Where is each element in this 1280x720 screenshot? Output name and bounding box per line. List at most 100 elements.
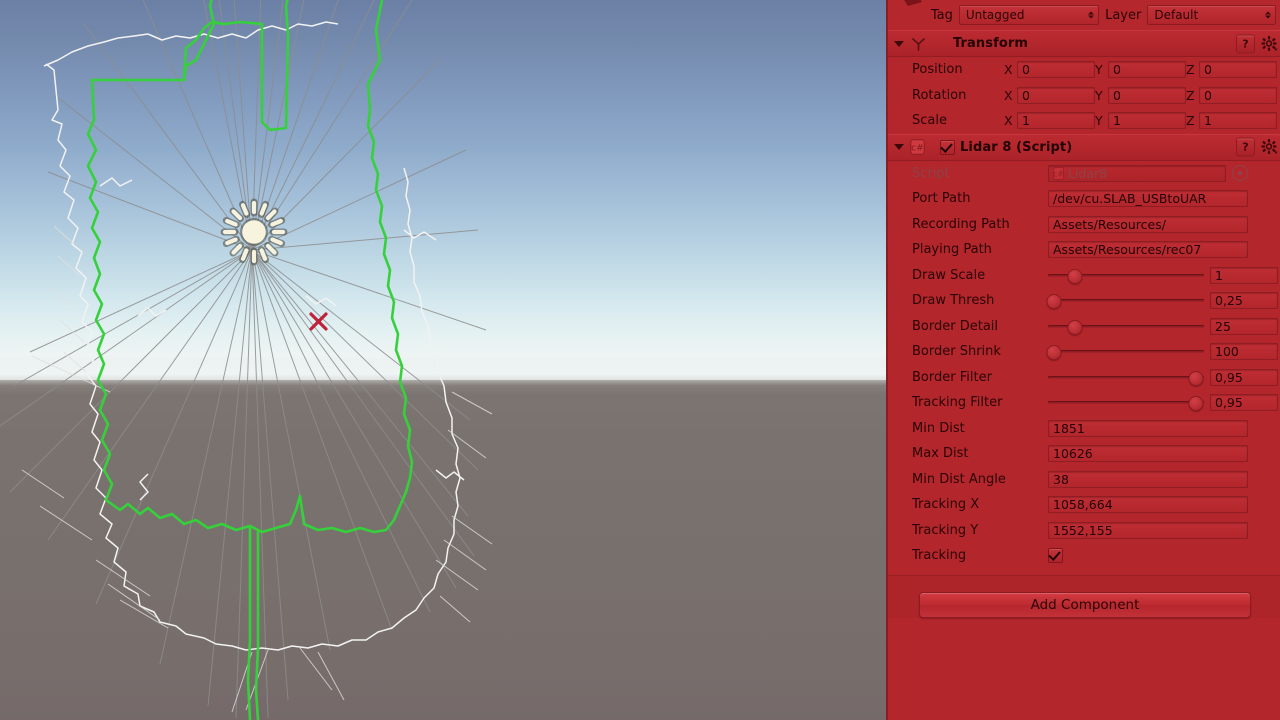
slider-thumb[interactable] <box>1188 370 1204 386</box>
inspector-panel[interactable]: Tag Untagged Layer Default Transform ? P… <box>886 0 1280 720</box>
transform-z-field[interactable]: 0 <box>1199 86 1277 104</box>
script-slider-label: Border Detail <box>912 318 999 334</box>
axis-label: Y <box>1095 62 1103 78</box>
script-text-input[interactable]: /dev/cu.SLAB_USBtoUAR <box>1048 190 1248 208</box>
inspector-footer: Add Component <box>888 575 1280 618</box>
directional-light-gizmo[interactable] <box>219 197 289 267</box>
script-text-row: Port Path/dev/cu.SLAB_USBtoUAR <box>888 186 1280 212</box>
add-component-button[interactable]: Add Component <box>919 591 1251 618</box>
slider-track <box>1048 350 1204 354</box>
slider-control[interactable] <box>1048 267 1204 284</box>
transform-z-field[interactable]: 1 <box>1199 112 1277 130</box>
script-object-value: Lidar8 <box>1068 165 1108 181</box>
script-field-label: Recording Path <box>912 216 1010 232</box>
slider-thumb[interactable] <box>1067 268 1083 284</box>
tracking-toggle-row: Tracking <box>888 543 1280 569</box>
slider-value-field[interactable]: 100 <box>1210 343 1278 361</box>
slider-value-field[interactable]: 0,95 <box>1210 368 1278 386</box>
tag-dropdown[interactable]: Untagged <box>958 5 1100 25</box>
slider-value-field[interactable]: 1 <box>1210 266 1278 284</box>
slider-value-field[interactable]: 0,25 <box>1210 292 1278 310</box>
transform-icon <box>912 38 925 51</box>
transform-row: Rotation X 0 Y 0 Z 0 <box>888 83 1280 109</box>
lidar-script-component-header[interactable]: c# Lidar 8 (Script) ? <box>888 133 1280 161</box>
chevron-updown-icon <box>1264 11 1271 19</box>
axis-label: Z <box>1186 87 1195 103</box>
script-text-input[interactable]: Assets/Resources/rec07 <box>1048 241 1248 259</box>
help-icon[interactable]: ? <box>1236 137 1255 157</box>
script-text-input[interactable]: Assets/Resources/ <box>1048 215 1248 233</box>
slider-control[interactable] <box>1048 394 1204 412</box>
script-number-input[interactable]: 1058,664 <box>1048 496 1248 514</box>
script-enabled-checkbox[interactable] <box>940 139 955 155</box>
slider-thumb[interactable] <box>1046 294 1062 310</box>
script-object-field[interactable]: c# Lidar8 <box>1048 164 1226 182</box>
gear-icon[interactable] <box>1261 139 1278 156</box>
transform-foldout-icon[interactable] <box>894 40 904 47</box>
transform-x-field[interactable]: 1 <box>1017 112 1095 130</box>
slider-control[interactable] <box>1046 292 1204 310</box>
script-slider-row: Border Filter 0,95 <box>888 365 1280 391</box>
transform-x-field[interactable]: 0 <box>1017 61 1095 79</box>
slider-value-field[interactable]: 25 <box>1210 317 1278 335</box>
axis-label: X <box>1004 62 1013 78</box>
script-number-label: Tracking Y <box>912 522 979 538</box>
lidar-visualization <box>0 0 493 720</box>
script-number-row: Min Dist Angle 38 <box>888 467 1280 493</box>
script-number-input[interactable]: 1552,155 <box>1048 521 1248 539</box>
object-picker-icon[interactable] <box>1232 165 1248 182</box>
transform-x-field[interactable]: 0 <box>1017 86 1095 104</box>
slider-track <box>1048 375 1204 379</box>
layer-dropdown[interactable]: Default <box>1147 5 1276 25</box>
axis-label: X <box>1004 87 1013 103</box>
transform-component-header[interactable]: Transform ? <box>888 30 1280 57</box>
script-foldout-icon[interactable] <box>894 144 904 150</box>
script-number-row: Max Dist 10626 <box>888 441 1280 467</box>
script-slider-rows: Draw Scale 1 Draw Thresh 0,25 Border Detail 2… <box>888 263 1280 416</box>
axis-label: Z <box>1186 62 1195 78</box>
script-number-label: Max Dist <box>912 446 969 462</box>
script-title: Lidar 8 (Script) <box>960 139 1073 155</box>
svg-text:c#: c# <box>911 144 924 154</box>
axis-label: Z <box>1186 113 1195 129</box>
slider-control[interactable] <box>1048 318 1204 335</box>
transform-row: Position X 0 Y 0 Z 0 <box>888 57 1280 83</box>
layer-value: Default <box>1154 8 1199 22</box>
axis-label: Y <box>1095 87 1103 103</box>
gameobject-icon <box>904 0 922 6</box>
tag-value: Untagged <box>965 8 1025 22</box>
slider-thumb[interactable] <box>1067 319 1083 335</box>
script-slider-row: Border Shrink 100 <box>888 339 1280 365</box>
script-header-buttons: ? <box>1236 137 1278 157</box>
transform-z-field[interactable]: 0 <box>1199 61 1277 79</box>
slider-thumb[interactable] <box>1188 396 1204 412</box>
slider-thumb[interactable] <box>1046 345 1062 361</box>
script-slider-row: Draw Thresh 0,25 <box>888 288 1280 314</box>
lidar-rays <box>0 0 487 719</box>
slider-value-field[interactable]: 0,95 <box>1210 394 1278 412</box>
layer-label: Layer <box>1105 7 1142 23</box>
scene-view[interactable] <box>0 0 886 720</box>
transform-y-field[interactable]: 0 <box>1108 61 1186 79</box>
script-number-label: Min Dist Angle <box>912 471 1006 487</box>
tag-label: Tag <box>930 7 953 23</box>
script-number-input[interactable]: 38 <box>1048 470 1248 488</box>
transform-y-field[interactable]: 1 <box>1108 112 1186 130</box>
script-number-input[interactable]: 1851 <box>1048 419 1248 437</box>
axis-label: X <box>1004 113 1013 129</box>
slider-control[interactable] <box>1046 343 1204 361</box>
transform-row-label: Scale <box>912 113 947 129</box>
tracking-checkbox[interactable] <box>1048 548 1063 564</box>
script-slider-label: Tracking Filter <box>912 395 1003 411</box>
transform-y-field[interactable]: 0 <box>1108 86 1186 104</box>
script-field-label: Playing Path <box>912 242 992 258</box>
slider-control[interactable] <box>1048 369 1204 386</box>
unity-editor-window: Tag Untagged Layer Default Transform ? P… <box>0 0 1280 720</box>
transform-title: Transform <box>953 36 1029 51</box>
help-icon[interactable]: ? <box>1236 34 1255 53</box>
gear-icon[interactable] <box>1261 35 1278 52</box>
tag-layer-bar: Tag Untagged Layer Default <box>888 0 1280 30</box>
script-number-input[interactable]: 10626 <box>1048 445 1248 463</box>
script-text-row: Recording Path Assets/Resources/ <box>888 212 1280 238</box>
transform-header-buttons: ? <box>1236 34 1278 53</box>
